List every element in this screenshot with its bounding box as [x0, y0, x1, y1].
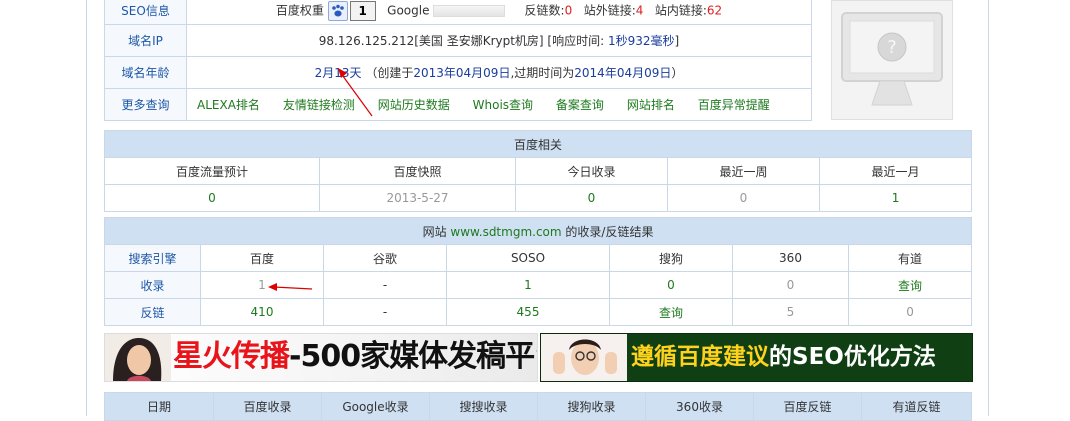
domain-age-label: 域名年龄 — [104, 56, 187, 89]
link-baidu-alert[interactable]: 百度异常提醒 — [698, 98, 770, 112]
col-baidu: 百度 — [200, 244, 324, 272]
hist-col-360-index: 360收录 — [645, 392, 754, 421]
banner-left-red: 星火传播 — [173, 339, 290, 374]
col-today-indexed: 今日收录 — [515, 157, 668, 185]
more-queries-row: ALEXA排名 友情链接检测 网站历史数据 Whois查询 备案查询 网站排名 … — [186, 88, 812, 121]
traffic-estimate-value: 0 — [104, 184, 320, 212]
col-last-month: 最近一月 — [818, 157, 973, 185]
ad-banner-media-platform[interactable]: 星火传播-500家媒体发稿平台 — [104, 333, 538, 382]
created-prefix: （创建于 — [365, 66, 414, 80]
backlink-360[interactable]: 5 — [732, 298, 849, 326]
backlink-sogou-query[interactable]: 查询 — [609, 298, 733, 326]
domain-ip-row: 98.126.125.212[美国 圣安娜Krypt机房] [响应时间: 1秒9… — [186, 24, 812, 57]
ad-person-surprised-photo — [541, 334, 627, 381]
seo-info-row: 百度权重 1 Google 反链数:0 站外链接:4 站内链接:62 — [186, 0, 812, 25]
backlinks-value[interactable]: 0 — [565, 3, 573, 17]
col-google: 谷歌 — [323, 244, 447, 272]
monitor-question-icon: ? — [841, 12, 943, 106]
hist-col-sogou-index: 搜狗收录 — [537, 392, 646, 421]
index-baidu[interactable]: 1 — [200, 271, 324, 299]
created-suffix: ） — [671, 66, 684, 80]
banner-right-yellow: 遵循百度建议 — [631, 344, 769, 370]
history-table: 日期 百度收录 Google收录 搜搜收录 搜狗收录 360收录 百度反链 有道… — [104, 392, 972, 421]
col-soso: SOSO — [446, 244, 610, 272]
hist-col-date: 日期 — [104, 392, 214, 421]
domain-ip-value: 98.126.125.212[美国 圣安娜Krypt机房] [响应时间: — [318, 34, 608, 48]
col-360: 360 — [732, 244, 849, 272]
link-site-history[interactable]: 网站历史数据 — [378, 98, 450, 112]
link-friend-link-check[interactable]: 友情链接检测 — [283, 98, 355, 112]
last-week-value: 0 — [667, 184, 820, 212]
backlink-google: - — [323, 298, 447, 326]
snapshot-value: 2013-5-27 — [319, 184, 516, 212]
col-search-engine: 搜索引擎 — [104, 244, 201, 272]
external-links-label: 站外链接: — [583, 3, 636, 17]
backlink-soso[interactable]: 455 — [446, 298, 610, 326]
google-pr-bar — [433, 4, 506, 17]
created-date: 2013年04月09日 — [413, 66, 511, 80]
row-index-label: 收录 — [104, 271, 201, 299]
page-border-left — [86, 0, 87, 416]
title-prefix: 网站 — [422, 224, 447, 239]
link-alexa-rank[interactable]: ALEXA排名 — [197, 98, 260, 112]
hist-col-soso-index: 搜搜收录 — [429, 392, 538, 421]
index-sogou[interactable]: 0 — [609, 271, 733, 299]
seo-info-table: SEO信息 百度权重 1 Google 反链数:0 站外链接:4 站内链接:62… — [104, 0, 812, 121]
google-label: Google — [387, 3, 430, 17]
backlinks-label: 反链数: — [524, 3, 565, 17]
baidu-related-table: 百度相关 百度流量预计 百度快照 今日收录 最近一周 最近一月 0 2013-5… — [103, 130, 973, 212]
domain-age-row: 2月13天 （创建于2013年04月09日,过期时间为2014年04月09日） — [186, 56, 812, 89]
ad-banner-seo-method[interactable]: 遵循百度建议的SEO优化方法 — [540, 333, 973, 382]
domain-ip-label: 域名IP — [104, 24, 187, 57]
domain-age-value: 2月13天 — [314, 66, 362, 80]
response-time: 1秒932毫秒 — [607, 34, 675, 48]
index-google: - — [323, 271, 447, 299]
link-site-rank[interactable]: 网站排名 — [627, 98, 675, 112]
expiry-date: 2014年04月09日 — [574, 66, 672, 80]
hist-col-youdao-backlink: 有道反链 — [861, 392, 972, 421]
banner-left-black: -500家媒体发稿平台 — [289, 339, 538, 374]
today-indexed-value: 0 — [515, 184, 668, 212]
baidu-weight-value[interactable]: 1 — [349, 0, 376, 21]
hist-col-google-index: Google收录 — [321, 392, 430, 421]
index-soso[interactable]: 1 — [446, 271, 610, 299]
external-links-value[interactable]: 4 — [636, 3, 644, 17]
col-last-week: 最近一周 — [667, 157, 820, 185]
internal-links-label: 站内链接: — [654, 3, 707, 17]
seo-info-label: SEO信息 — [104, 0, 187, 25]
baidu-related-title: 百度相关 — [103, 130, 973, 158]
page-border-right — [988, 0, 989, 416]
index-results-title: 网站 www.sdtmgm.com 的收录/反链结果 — [103, 217, 973, 245]
ad-person-photo — [105, 334, 171, 381]
row-backlink-label: 反链 — [104, 298, 201, 326]
link-icp-record[interactable]: 备案查询 — [556, 98, 604, 112]
col-sogou: 搜狗 — [609, 244, 733, 272]
col-traffic-estimate: 百度流量预计 — [104, 157, 320, 185]
expiry-prefix: ,过期时间为 — [510, 66, 575, 80]
banner-right-white: SEO优化方法 — [792, 344, 936, 370]
baidu-paw-icon — [327, 0, 348, 21]
site-thumbnail-placeholder: ? — [831, 0, 953, 120]
banner-right-mid: 的 — [769, 344, 792, 370]
index-youdao-query[interactable]: 查询 — [847, 271, 973, 299]
link-whois[interactable]: Whois查询 — [473, 98, 533, 112]
index-360[interactable]: 0 — [732, 271, 849, 299]
col-youdao: 有道 — [847, 244, 973, 272]
hist-col-baidu-index: 百度收录 — [213, 392, 322, 421]
backlink-baidu[interactable]: 410 — [200, 298, 324, 326]
title-suffix: 的收录/反链结果 — [565, 224, 654, 239]
backlink-youdao[interactable]: 0 — [847, 298, 973, 326]
baidu-weight-label: 百度权重 — [275, 3, 324, 17]
more-queries-label: 更多查询 — [104, 88, 187, 121]
internal-links-value[interactable]: 62 — [707, 3, 722, 17]
domain-ip-tail: ] — [674, 34, 680, 48]
svg-text:?: ? — [887, 37, 897, 58]
last-month-value: 1 — [818, 184, 973, 212]
hist-col-baidu-backlink: 百度反链 — [753, 392, 862, 421]
site-link[interactable]: www.sdtmgm.com — [450, 225, 561, 239]
col-snapshot: 百度快照 — [319, 157, 516, 185]
index-results-table: 网站 www.sdtmgm.com 的收录/反链结果 搜索引擎 百度 谷歌 SO… — [103, 217, 973, 326]
